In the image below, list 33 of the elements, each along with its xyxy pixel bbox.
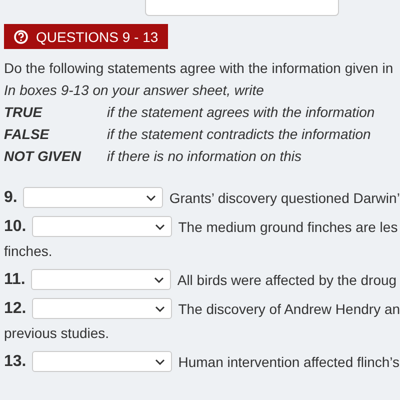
question-number: 11. [4,270,26,288]
answer-option-meaning: if there is no information on this [107,147,302,166]
answer-dropdown[interactable] [23,187,164,208]
instruction-note: In boxes 9-13 on your answer sheet, write [4,81,265,100]
question-text: The medium ground finches are les [178,218,398,234]
chevron-down-icon [155,306,166,312]
question-text: previous studies. [4,325,110,341]
question-number: 13. [4,352,26,370]
question-number: 12. [4,300,26,318]
answer-option-meaning: if the statement agrees with the information [107,103,375,122]
question-number: 10. [4,218,26,236]
answer-option-label: FALSE [4,125,50,144]
answer-dropdown[interactable] [32,298,172,319]
answer-dropdown[interactable] [32,216,172,237]
question-text: All birds were affected by the droug [177,272,397,288]
chevron-down-icon [155,358,166,364]
answer-option-meaning: if the statement contradicts the information [107,125,371,144]
answer-option-label: TRUE [4,103,44,122]
answer-dropdown[interactable] [32,351,172,372]
question-text: Human intervention affected flinch’s [178,354,400,370]
text-field[interactable] [145,0,339,16]
chevron-down-icon [146,194,156,200]
answer-dropdown[interactable] [31,269,172,290]
instruction-text: Do the following statements agree with the information given in [4,59,394,78]
section-title: QUESTIONS 9 - 13 [36,28,158,44]
question-text: The discovery of Andrew Hendry an [178,300,400,316]
question-text: Grants’ discovery questioned Darwin’ [169,190,400,206]
question-text: finches. [4,243,52,259]
answer-option-label: NOT GIVEN [4,147,82,166]
chevron-down-icon [154,276,164,282]
question-icon [14,30,28,44]
chevron-down-icon [155,224,166,230]
question-number: 9. [4,188,18,206]
